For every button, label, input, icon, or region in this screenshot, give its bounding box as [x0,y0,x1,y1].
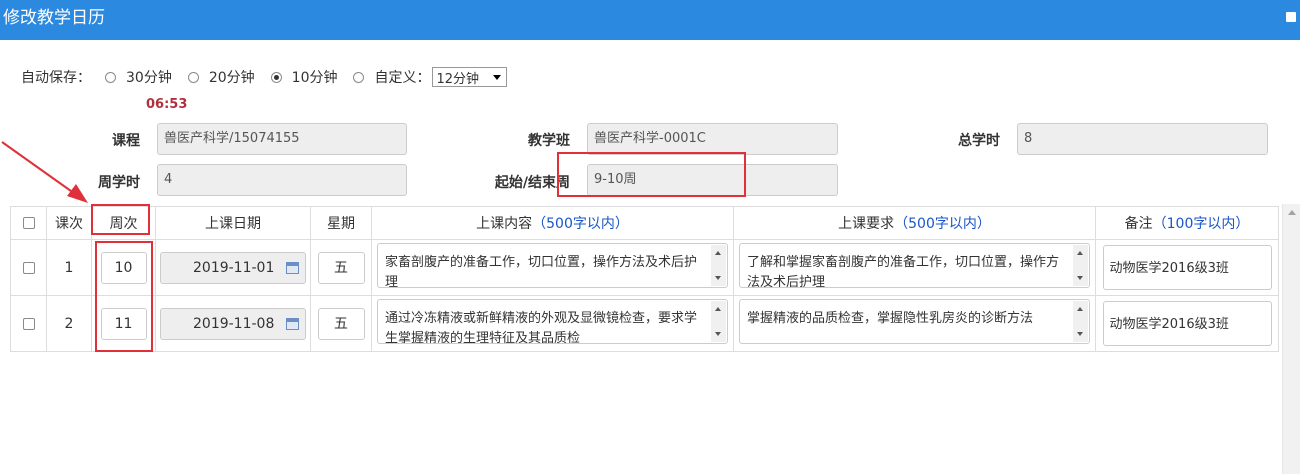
table-row: 1 10 2019-11-01 五 家畜剖腹产的准备工作，切口位置，操作方法及术… [10,239,1279,296]
scroll-up-icon[interactable] [715,251,721,255]
period-label: 起始/结束周 [494,175,570,191]
autosave-option-20[interactable]: 20分钟 [187,67,255,87]
maximize-icon[interactable] [1286,12,1296,22]
chevron-down-icon [493,75,502,80]
total-hours-label: 总学时 [958,133,1000,149]
radio-icon[interactable] [187,71,199,83]
window-titlebar: 修改教学日历 [0,0,1300,40]
autosave-option-custom[interactable]: 自定义： [353,67,430,87]
autosave-countdown: 06:53 [146,97,188,112]
radio-icon[interactable] [105,71,116,83]
class-label: 教学班 [528,133,570,149]
lesson-number: 2 [46,295,92,352]
header-weekday: 星期 [310,206,372,240]
scroll-up-icon[interactable] [715,307,721,311]
teaching-calendar-table: 课次 周次 上课日期 星期 上课内容（500字以内） 上课要求（500字以内） … [10,206,1279,352]
textarea-scrollbar[interactable] [711,245,726,286]
content-textarea[interactable]: 通过冷冻精液或新鲜精液的外观及显微镜检查，要求学生掌握精液的生理特征及其品质检 [377,299,728,344]
textarea-scrollbar[interactable] [1073,245,1088,286]
scroll-up-icon[interactable] [1288,210,1296,215]
header-lesson: 课次 [46,206,92,240]
annotation-arrow [1,141,88,203]
header-content: 上课内容（500字以内） [371,206,734,240]
weekday-input[interactable]: 五 [317,307,365,340]
autosave-option-10[interactable]: 10分钟 [270,67,337,87]
radio-checked-icon[interactable] [270,71,282,83]
table-header-row: 课次 周次 上课日期 星期 上课内容（500字以内） 上课要求（500字以内） … [10,206,1279,240]
row-checkbox[interactable] [22,317,35,330]
weekday-input[interactable]: 五 [317,251,365,284]
scroll-down-icon[interactable] [715,332,721,336]
note-input[interactable]: 动物医学2016级3班 [1102,245,1272,290]
autosave-option-30[interactable]: 30分钟 [105,67,172,87]
class-field[interactable]: 兽医产科学-0001C [587,123,838,155]
header-date: 上课日期 [155,206,311,240]
annotation-box-week-column [95,241,153,352]
textarea-scrollbar[interactable] [711,301,726,342]
scroll-down-icon[interactable] [1077,276,1083,280]
radio-icon[interactable] [353,71,365,83]
total-hours-field[interactable]: 8 [1017,123,1268,155]
calendar-icon[interactable] [286,261,299,274]
header-requirement: 上课要求（500字以内） [733,206,1096,240]
content-textarea[interactable]: 家畜剖腹产的准备工作，切口位置，操作方法及术后护理 [377,243,728,288]
select-all-checkbox[interactable] [22,217,35,229]
table-row: 2 11 2019-11-08 五 通过冷冻精液或新鲜精液的外观及显微镜检查，要… [10,295,1279,352]
arrow-head [67,184,88,203]
window-title: 修改教学日历 [3,8,105,28]
weekly-hours-field[interactable]: 4 [157,164,407,196]
textarea-scrollbar[interactable] [1073,301,1088,342]
header-note: 备注（100字以内） [1095,206,1279,240]
arrow-line [1,141,79,197]
custom-interval-select[interactable]: 12分钟 [432,67,508,87]
row-checkbox[interactable] [22,261,35,274]
date-input[interactable]: 2019-11-01 [160,251,306,284]
page-scrollbar[interactable] [1282,204,1300,474]
autosave-row: 自动保存： 30分钟 20分钟 10分钟 自定义： 12分钟 [21,66,508,88]
scroll-down-icon[interactable] [1077,332,1083,336]
scroll-up-icon[interactable] [1077,307,1083,311]
autosave-label: 自动保存： [21,70,91,86]
course-field[interactable]: 兽医产科学/15074155 [157,123,407,155]
scroll-down-icon[interactable] [715,276,721,280]
annotation-box-period [557,152,746,197]
scroll-up-icon[interactable] [1077,251,1083,255]
annotation-box-week-header [91,204,150,235]
lesson-number: 1 [46,239,92,296]
requirement-textarea[interactable]: 了解和掌握家畜剖腹产的准备工作，切口位置，操作方法及术后护理 [739,243,1090,288]
note-input[interactable]: 动物医学2016级3班 [1102,301,1272,346]
date-input[interactable]: 2019-11-08 [160,307,306,340]
requirement-textarea[interactable]: 掌握精液的品质检查，掌握隐性乳房炎的诊断方法 [739,299,1090,344]
calendar-icon[interactable] [286,317,299,330]
